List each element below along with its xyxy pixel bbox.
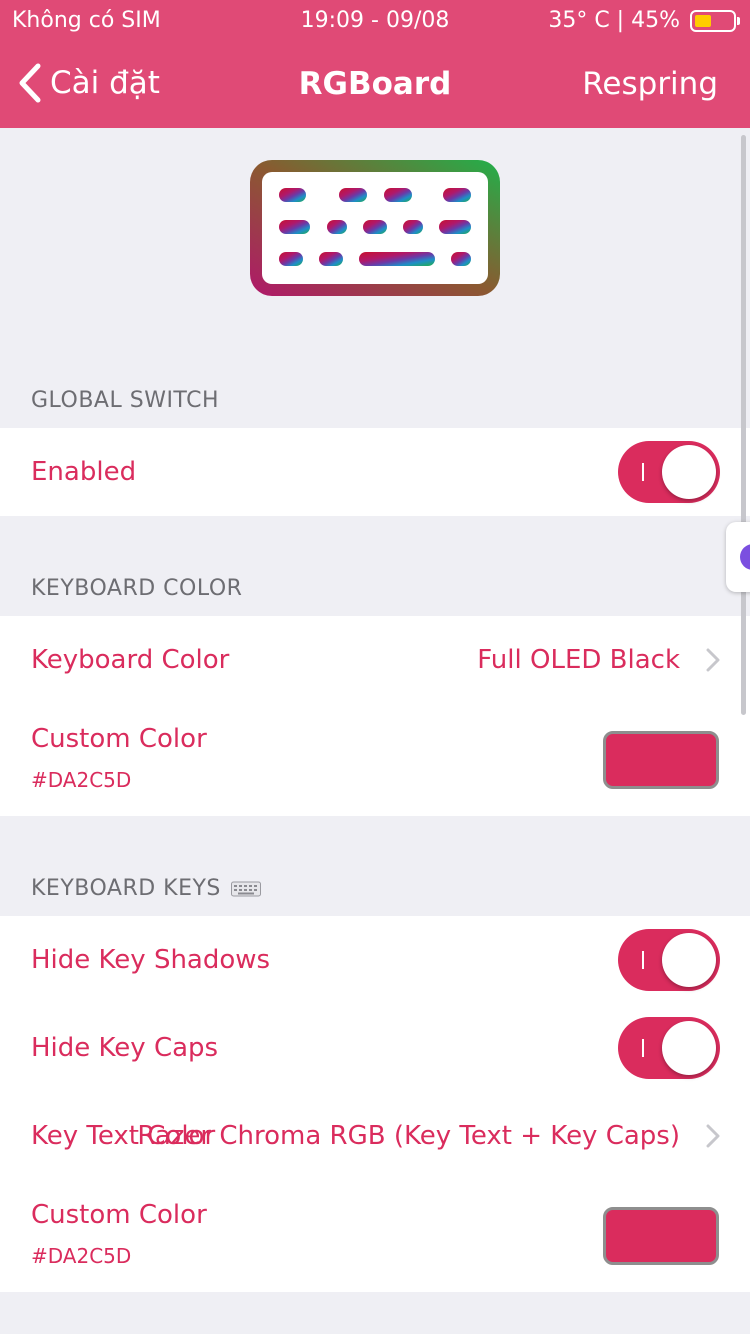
status-bar: Không có SIM 19:09 - 09/08 35° C | 45%	[0, 0, 750, 42]
battery-fill	[695, 14, 711, 27]
custom-color-swatch[interactable]	[603, 731, 719, 789]
respring-button[interactable]: Respring	[582, 66, 718, 102]
row-hide-key-shadows: Hide Key Shadows	[0, 916, 750, 1004]
hide-key-caps-toggle[interactable]	[618, 1017, 720, 1079]
custom-color-label: Custom Color	[31, 724, 207, 754]
enabled-label: Enabled	[31, 457, 137, 487]
keyboard-keys-group: Hide Key Shadows Hide Key Caps Key Text …	[0, 916, 750, 1292]
status-right: 35° C | 45%	[548, 8, 740, 33]
section-title-global-switch: GLOBAL SWITCH	[31, 388, 219, 413]
custom-color-hex: #DA2C5D	[31, 768, 132, 792]
nav-bar: Cài đặt RGBoard Respring	[0, 42, 750, 128]
row-enabled: Enabled	[0, 428, 750, 516]
temp-battery-label: 35° C | 45%	[548, 8, 680, 33]
hide-key-caps-label: Hide Key Caps	[31, 1033, 219, 1063]
section-title-keyboard-keys: KEYBOARD KEYS	[31, 876, 261, 901]
row-hide-key-caps: Hide Key Caps	[0, 1004, 750, 1092]
custom-color-swatch[interactable]	[603, 1207, 719, 1265]
keyboard-color-value: Full OLED Black	[477, 645, 680, 675]
row-key-text-color[interactable]: Key Text Color Razer Chroma RGB (Key Tex…	[0, 1092, 750, 1180]
keyboard-color-label: Keyboard Color	[31, 645, 230, 675]
assistive-touch-bubble[interactable]	[726, 522, 750, 592]
chevron-right-icon	[706, 648, 720, 672]
keyboard-emoji-icon	[230, 881, 261, 896]
row-custom-color-keys[interactable]: Custom Color #DA2C5D	[0, 1180, 750, 1292]
keyboard-color-group: Keyboard Color Full OLED Black Custom Co…	[0, 616, 750, 816]
keyboard-logo-icon	[250, 160, 500, 296]
keyboard-keys-title: KEYBOARD KEYS	[31, 876, 221, 901]
chevron-right-icon	[706, 1124, 720, 1148]
key-text-color-value: Razer Chroma RGB (Key Text + Key Caps)	[137, 1121, 680, 1151]
hide-key-shadows-toggle[interactable]	[618, 929, 720, 991]
row-custom-color-keyboard[interactable]: Custom Color #DA2C5D	[0, 704, 750, 816]
battery-icon	[690, 9, 740, 32]
row-keyboard-color[interactable]: Keyboard Color Full OLED Black	[0, 616, 750, 704]
hide-key-shadows-label: Hide Key Shadows	[31, 945, 271, 975]
scroll-indicator[interactable]	[741, 135, 746, 715]
section-title-keyboard-color: KEYBOARD COLOR	[31, 576, 243, 601]
enabled-toggle[interactable]	[618, 441, 720, 503]
custom-color-label: Custom Color	[31, 1200, 207, 1230]
global-switch-group: Enabled	[0, 428, 750, 516]
custom-color-hex: #DA2C5D	[31, 1244, 132, 1268]
